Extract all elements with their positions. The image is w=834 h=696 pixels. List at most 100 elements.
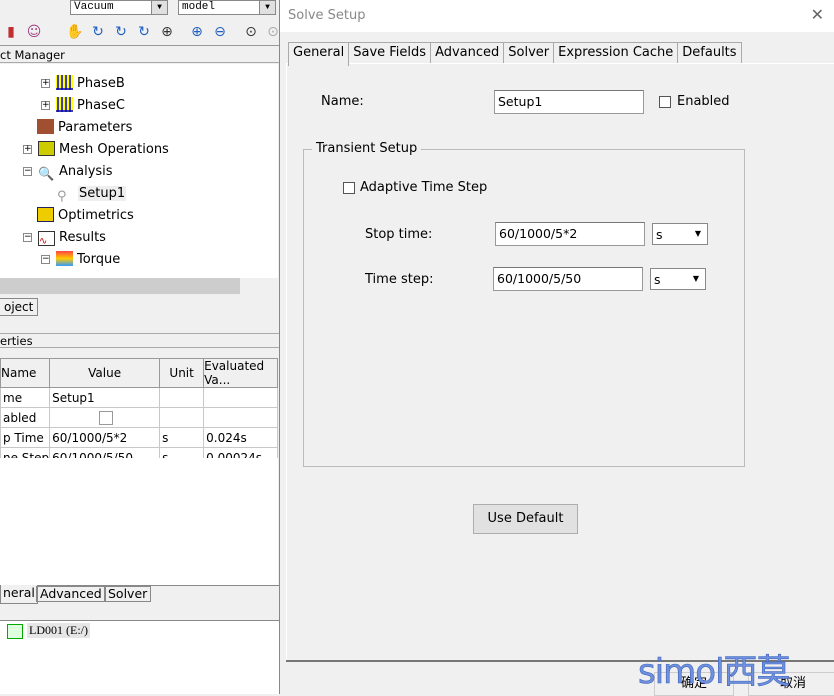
enabled-label: Enabled (677, 94, 730, 109)
cell (203, 407, 278, 428)
expand-icon[interactable]: + (23, 145, 32, 154)
cell (159, 387, 205, 408)
ok-button[interactable]: 确定 (654, 672, 734, 696)
tree-node-analysis[interactable]: − 🔍 Analysis (23, 162, 113, 182)
material-combo[interactable]: Vacuum ▼ (70, 0, 168, 15)
model-combo[interactable]: model ▼ (178, 0, 276, 15)
tab-general[interactable]: General (288, 42, 350, 66)
stop-time-unit-value: s (656, 227, 663, 242)
tab-defaults[interactable]: Defaults (677, 42, 742, 64)
project-icon (7, 624, 23, 639)
tree-node-phaseb[interactable]: + PhaseB (41, 74, 125, 94)
table-header-row: Name Value Unit Evaluated Va... (0, 358, 278, 388)
mesh-icon (38, 141, 55, 156)
table-row: abled (0, 407, 278, 428)
stop-time-input[interactable]: 60/1000/5*2 (495, 222, 645, 246)
tree-node-setup1[interactable]: ⚲ Setup1 (57, 184, 127, 204)
message-item[interactable]: LD001 (E:/) (27, 623, 90, 638)
name-input[interactable]: Setup1 (494, 90, 644, 114)
horizontal-scrollbar[interactable] (0, 278, 278, 294)
use-default-button[interactable]: Use Default (473, 504, 578, 534)
col-unit[interactable]: Unit (159, 358, 205, 388)
zoom-in-icon[interactable]: ⊕ (189, 24, 205, 40)
message-tree: LD001 (E:/) (0, 620, 280, 694)
properties-empty-area (0, 458, 278, 585)
collapse-icon[interactable]: − (23, 167, 32, 176)
cancel-button[interactable]: 取消 (748, 672, 834, 696)
tab-solver[interactable]: Solver (104, 586, 152, 602)
tab-expression-cache[interactable]: Expression Cache (553, 42, 679, 64)
tree-label: PhaseC (77, 98, 125, 113)
tab-solver[interactable]: Solver (503, 42, 555, 64)
optimetrics-icon (37, 207, 54, 222)
stop-time-label: Stop time: (365, 227, 433, 242)
tree-label: Parameters (58, 120, 133, 135)
time-step-label: Time step: (365, 272, 434, 287)
zoom-icon[interactable]: ⊕ (159, 24, 175, 40)
tree-label: Torque (77, 252, 121, 267)
rotate-axis-icon[interactable]: ↻ (113, 24, 129, 40)
tab-advanced[interactable]: Advanced (36, 586, 106, 602)
adaptive-time-step-checkbox[interactable] (343, 182, 355, 194)
tab-advanced[interactable]: Advanced (430, 42, 505, 64)
rotate-screen-icon[interactable]: ↻ (136, 24, 152, 40)
collapse-icon[interactable]: − (41, 255, 50, 264)
tree-node-torque[interactable]: − Torque (41, 250, 120, 270)
close-icon[interactable]: ✕ (811, 5, 824, 24)
analysis-icon: 🔍 (38, 167, 55, 182)
group-title: Transient Setup (312, 141, 422, 156)
pan-hand-icon[interactable]: ✋ (66, 24, 83, 40)
tree-label: PhaseB (77, 76, 125, 91)
project-window: Vacuum ▼ model ▼ ▮ ☺ ✋ ↻ ↻ ↻ ⊕ ⊕ ⊖ ⊙ ⊙ ct … (0, 0, 280, 694)
col-value[interactable]: Value (49, 358, 161, 388)
scrollbar-thumb[interactable] (0, 278, 240, 294)
fit-all-icon[interactable]: ⊙ (243, 24, 259, 40)
tree-node-mesh-operations[interactable]: + Mesh Operations (23, 140, 169, 160)
cell (159, 407, 205, 428)
chevron-down-icon[interactable]: ▼ (259, 1, 275, 14)
tree-node-phasec[interactable]: + PhaseC (41, 96, 125, 116)
stop-time-unit-select[interactable]: s ▼ (652, 223, 708, 245)
time-step-input[interactable]: 60/1000/5/50 (493, 267, 643, 291)
expand-icon[interactable]: + (41, 101, 50, 110)
tree-label: Mesh Operations (59, 142, 169, 157)
tree-node-parameters[interactable]: Parameters (37, 118, 132, 138)
tree-node-optimetrics[interactable]: Optimetrics (37, 206, 134, 226)
collapse-icon[interactable]: − (23, 233, 32, 242)
model-combo-value: model (182, 1, 216, 13)
cell[interactable]: 60/1000/5*2 (49, 427, 161, 448)
cell[interactable]: Setup1 (49, 387, 161, 408)
project-tree[interactable]: + PhaseB + PhaseC Parameters + Mesh Operati… (0, 64, 278, 278)
expand-icon[interactable]: + (41, 79, 50, 88)
coil-icon (56, 97, 73, 112)
tree-node-results[interactable]: − ∿ Results (23, 228, 106, 248)
table-row: p Time 60/1000/5*2 s 0.024s (0, 427, 278, 448)
material-combo-value: Vacuum (74, 1, 114, 13)
time-step-unit-select[interactable]: s ▼ (650, 268, 706, 290)
adaptive-time-step-label: Adaptive Time Step (360, 180, 488, 195)
project-manager-header: ct Manager (0, 48, 280, 63)
tree-label: Analysis (59, 164, 113, 179)
tree-label: Results (59, 230, 106, 245)
cell[interactable]: s (159, 427, 205, 448)
chart-icon[interactable]: ▮ (3, 24, 19, 40)
chevron-down-icon[interactable]: ▼ (151, 1, 167, 14)
chevron-down-icon[interactable]: ▼ (689, 271, 703, 287)
time-step-unit-value: s (654, 272, 661, 287)
tab-project[interactable]: oject (0, 298, 39, 316)
results-icon: ∿ (38, 231, 55, 247)
chevron-down-icon[interactable]: ▼ (691, 226, 705, 242)
rotate-icon[interactable]: ↻ (90, 24, 106, 40)
zoom-out-icon[interactable]: ⊖ (212, 24, 228, 40)
enabled-checkbox[interactable] (98, 410, 113, 425)
cell: me (0, 387, 51, 408)
col-evaluated[interactable]: Evaluated Va... (203, 358, 278, 388)
tab-general[interactable]: neral (0, 585, 38, 604)
tab-save-fields[interactable]: Save Fields (348, 42, 432, 64)
setup-icon: ⚲ (57, 189, 67, 204)
col-name[interactable]: Name (0, 358, 51, 388)
enabled-checkbox[interactable] (659, 96, 671, 108)
dialog-tabs: General Save Fields Advanced Solver Expressi… (288, 42, 742, 66)
user-icon[interactable]: ☺ (26, 24, 42, 40)
properties-tabs: neral Advanced Solver (0, 585, 280, 604)
